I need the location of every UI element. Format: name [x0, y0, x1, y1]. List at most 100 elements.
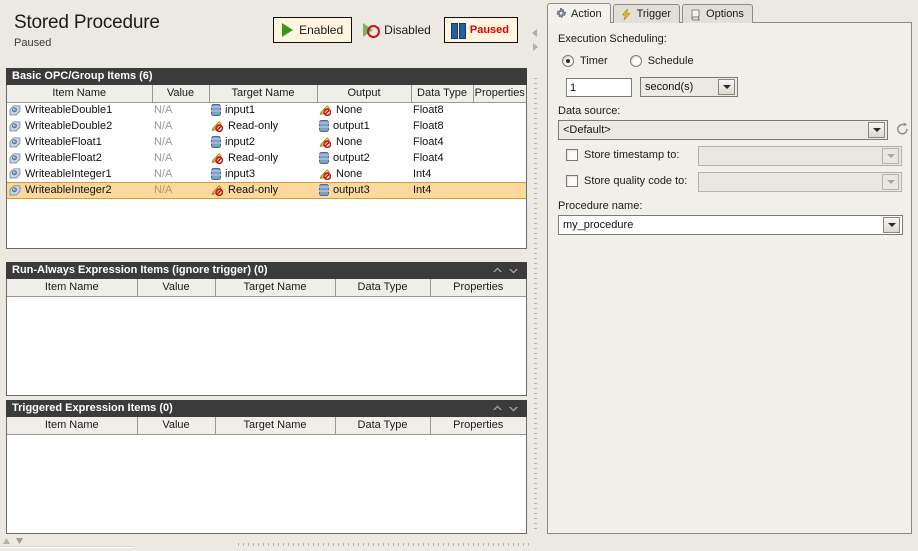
cell-item-name: WriteableInteger2 [7, 181, 152, 199]
chevron-down-icon [886, 180, 895, 184]
col-target-name[interactable]: Target Name [215, 417, 336, 435]
panel-triggered-arrows [491, 402, 520, 415]
store-quality-checkbox[interactable] [566, 175, 578, 187]
opc-item-icon [9, 152, 21, 164]
cell-properties [473, 150, 526, 166]
table-row[interactable]: WriteableDouble2 N/A Read-only output1 Float… [7, 118, 526, 134]
interval-unit-combo[interactable]: second(s) [640, 77, 738, 97]
col-properties[interactable]: Properties [473, 85, 526, 103]
panel-basic-grid[interactable]: Item Name Value Target Name Output Data … [6, 85, 527, 249]
status-button-group: Enabled Disabled Paused [273, 17, 518, 43]
status-paused-label: Paused [469, 24, 509, 36]
cell-output: output1 [317, 118, 411, 134]
page-title: Stored Procedure [14, 12, 160, 33]
cell-target-name: input1 [209, 102, 317, 118]
tab-action-label: Action [571, 7, 602, 20]
col-item-name[interactable]: Item Name [7, 417, 138, 435]
read-only-icon [319, 168, 332, 180]
status-paused-button[interactable]: Paused [443, 17, 518, 43]
chevron-up-icon[interactable] [491, 402, 504, 415]
chevron-down-icon [872, 128, 881, 132]
col-target-name[interactable]: Target Name [209, 85, 318, 103]
procedure-name-label: Procedure name: [558, 200, 643, 212]
panel-triggered-grid[interactable]: Item Name Value Target Name Data Type Pr… [6, 417, 527, 534]
tab-trigger[interactable]: Trigger [612, 4, 681, 23]
col-item-name[interactable]: Item Name [7, 85, 153, 103]
interval-unit-value: second(s) [645, 81, 694, 93]
radio-schedule[interactable]: Schedule [629, 55, 694, 67]
store-timestamp-checkbox[interactable] [566, 149, 578, 161]
status-enabled-button[interactable]: Enabled [273, 17, 353, 43]
data-source-dropdown-button[interactable] [868, 122, 885, 138]
table-row[interactable]: WriteableInteger1 N/A input3 None Int4 [7, 166, 526, 182]
procedure-name-combo[interactable]: my_procedure [558, 215, 903, 235]
page-subtitle: Paused [14, 37, 52, 49]
cell-output: None [317, 102, 411, 118]
store-timestamp-checkbox-row[interactable]: Store timestamp to: [566, 149, 679, 161]
col-properties[interactable]: Properties [430, 279, 526, 297]
tab-options-label: Options [706, 8, 744, 20]
output-text: output1 [333, 120, 370, 132]
status-enabled-label: Enabled [299, 23, 344, 37]
collapse-right-icon[interactable] [531, 42, 539, 52]
panel-run-always-grid[interactable]: Item Name Value Target Name Data Type Pr… [6, 279, 527, 396]
output-text: output2 [333, 152, 370, 164]
col-data-type[interactable]: Data Type [411, 85, 474, 103]
cell-item-name: WriteableDouble1 [7, 102, 152, 118]
chevron-down-icon[interactable] [507, 402, 520, 415]
cell-properties [473, 134, 526, 150]
col-value[interactable]: Value [137, 279, 216, 297]
chevron-down-icon [887, 223, 896, 227]
col-properties[interactable]: Properties [430, 417, 526, 435]
value-text: N/A [154, 104, 173, 117]
panel-basic-opc-group-items: Basic OPC/Group Items (6) Item Name Valu… [6, 68, 527, 249]
refresh-icon[interactable] [896, 122, 910, 137]
chevron-down-icon[interactable] [507, 264, 520, 277]
col-value[interactable]: Value [152, 85, 210, 103]
panel-triggered-expression-items: Triggered Expression Items (0) Item Name [6, 400, 527, 534]
col-value[interactable]: Value [137, 417, 216, 435]
interval-value-input[interactable] [566, 78, 632, 97]
value-text: N/A [154, 136, 173, 148]
col-output[interactable]: Output [317, 85, 412, 103]
store-quality-combo [698, 172, 902, 192]
store-quality-checkbox-row[interactable]: Store quality code to: [566, 175, 687, 187]
data-source-combo[interactable]: <Default> [558, 120, 888, 140]
gear-icon [554, 7, 567, 20]
cell-target-name: Read-only [209, 118, 317, 134]
col-item-name[interactable]: Item Name [7, 279, 138, 297]
table-row[interactable]: WriteableFloat1 N/A input2 None Float4 [7, 134, 526, 150]
table-row[interactable]: WriteableInteger2 N/A Read-only output3 Int4 [7, 181, 526, 199]
procedure-name-dropdown-button[interactable] [883, 217, 900, 233]
read-only-icon [211, 184, 224, 197]
cell-data-type: Float8 [413, 120, 444, 132]
opc-item-icon [9, 184, 21, 196]
interval-unit-dropdown-button[interactable] [718, 79, 735, 95]
col-data-type[interactable]: Data Type [335, 417, 431, 435]
target-name-text: Read-only [228, 120, 279, 132]
chevron-up-icon[interactable] [491, 264, 504, 277]
tab-options[interactable]: Options [682, 4, 753, 23]
execution-scheduling-label: Execution Scheduling: [558, 33, 667, 45]
cell-output: None [317, 166, 411, 182]
cell-value: N/A [152, 134, 209, 150]
panel-run-always-arrows [491, 264, 520, 277]
scroll-icon [689, 8, 702, 21]
collapse-left-icon[interactable] [531, 28, 539, 38]
basic-items-body: WriteableDouble1 N/A input1 None Float8 Write… [7, 102, 526, 199]
table-header-row: Item Name Value Target Name Output Data … [7, 85, 526, 103]
table-row[interactable]: WriteableDouble1 N/A input1 None Float8 [7, 102, 526, 118]
col-target-name[interactable]: Target Name [215, 279, 336, 297]
target-name-text: input1 [225, 104, 255, 117]
col-data-type[interactable]: Data Type [335, 279, 431, 297]
radio-timer[interactable]: Timer [562, 55, 608, 67]
tab-action[interactable]: Action [547, 3, 611, 23]
cell-target-name: Read-only [209, 150, 317, 166]
table-row[interactable]: WriteableFloat2 N/A Read-only output2 Float4 [7, 150, 526, 166]
panel-run-always-header: Run-Always Expression Items (ignore trig… [6, 262, 527, 279]
triggered-items-table: Item Name Value Target Name Data Type Pr… [7, 417, 526, 435]
cell-item-name: WriteableFloat2 [7, 150, 152, 166]
vertical-splitter[interactable] [530, 0, 541, 551]
cell-data-type: Float8 [413, 104, 444, 117]
status-disabled-button[interactable]: Disabled [356, 17, 440, 43]
